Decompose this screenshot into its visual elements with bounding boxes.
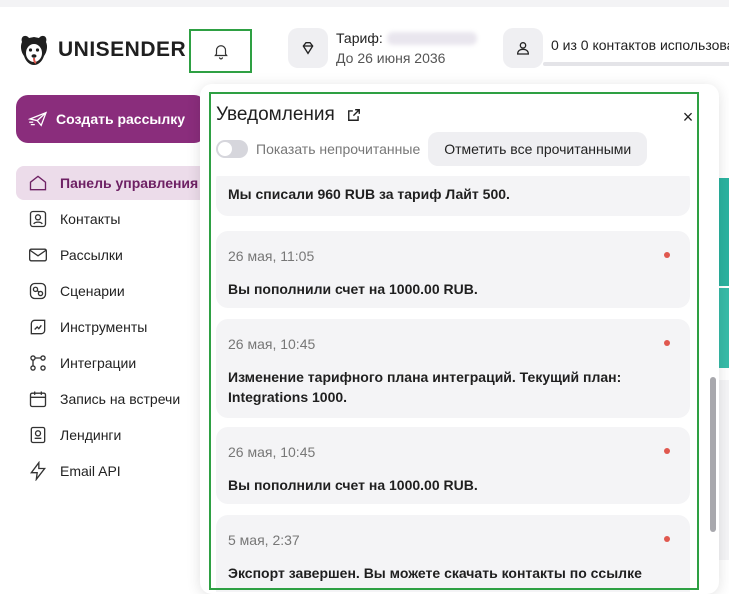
- diamond-icon: [288, 28, 328, 68]
- sidebar-item-campaigns[interactable]: Рассылки: [16, 238, 216, 272]
- notification-item[interactable]: 26 мая, 10:45 Вы пополнили счет на 1000.…: [216, 427, 690, 504]
- sidebar-item-label: Инструменты: [60, 319, 148, 335]
- notification-item[interactable]: 5 мая, 2:37 Экспорт завершен. Вы можете …: [216, 515, 690, 592]
- sidebar-item-dashboard[interactable]: Панель управления: [16, 166, 216, 200]
- dog-logo-icon: [20, 35, 48, 65]
- external-link-icon[interactable]: [347, 108, 361, 122]
- sidebar-item-contacts[interactable]: Контакты: [16, 202, 216, 236]
- unread-toggle-label: Показать непрочитанные: [256, 141, 421, 157]
- close-button[interactable]: ×: [679, 106, 697, 127]
- sidebar-item-scenarios[interactable]: Сценарии: [16, 274, 216, 308]
- sidebar-item-landings[interactable]: Лендинги: [16, 418, 216, 452]
- notification-item[interactable]: 26 мая, 11:05 Вы пополнили счет на 1000.…: [216, 231, 690, 308]
- background-banner: [718, 288, 729, 368]
- sidebar-item-tools[interactable]: Инструменты: [16, 310, 216, 344]
- sidebar-item-integrations[interactable]: Интеграции: [16, 346, 216, 380]
- mail-icon: [29, 248, 47, 262]
- unread-dot: [664, 536, 670, 542]
- panel-title: Уведомления: [216, 104, 335, 125]
- notification-item[interactable]: Мы списали 960 RUB за тариф Лайт 500.: [216, 176, 690, 216]
- sidebar-item-label: Панель управления: [60, 175, 199, 191]
- contacts-usage-bar: [543, 62, 729, 66]
- sidebar-item-label: Сценарии: [60, 283, 125, 299]
- create-campaign-label: Создать рассылку: [56, 111, 186, 127]
- background-card: [718, 380, 729, 560]
- sidebar-item-label: Контакты: [60, 211, 121, 227]
- background-banner: [718, 178, 729, 286]
- notifications-panel: Уведомления × Показать непрочитанные Отм…: [200, 84, 719, 594]
- calendar-icon: [29, 391, 47, 408]
- top-strip: [0, 0, 729, 7]
- notification-date: 26 мая, 11:05: [228, 248, 315, 264]
- sidebar-nav: Панель управления Контакты Рассылки Сцен…: [16, 166, 216, 490]
- notification-message: Вы пополнили счет на 1000.00 RUB.: [228, 477, 478, 493]
- notification-date: 26 мая, 10:45: [228, 444, 316, 460]
- sidebar-item-label: Лендинги: [60, 427, 122, 443]
- unread-toggle[interactable]: [216, 140, 248, 158]
- create-campaign-button[interactable]: Создать рассылку: [16, 95, 206, 143]
- bell-icon: [213, 45, 228, 60]
- contacts-usage-text: 0 из 0 контактов использовано: [551, 37, 729, 53]
- brand-name: UNISENDER: [58, 38, 187, 61]
- logo[interactable]: UNISENDER: [16, 32, 186, 68]
- sidebar-item-label: Интеграции: [60, 355, 137, 371]
- unread-dot: [664, 448, 670, 454]
- lightning-icon: [30, 461, 47, 481]
- tariff-name-blurred: [386, 31, 477, 45]
- home-icon: [29, 175, 47, 191]
- unread-dot: [664, 340, 670, 346]
- sidebar-item-label: Email API: [60, 463, 121, 479]
- contacts-usage-widget[interactable]: 0 из 0 контактов использовано: [503, 28, 729, 68]
- tariff-until: До 26 июня 2036: [336, 50, 446, 66]
- tools-icon: [30, 319, 46, 335]
- landing-icon: [30, 426, 46, 444]
- notification-date: 5 мая, 2:37: [228, 532, 300, 548]
- notification-message: Экспорт завершен. Вы можете скачать конт…: [228, 565, 642, 581]
- scrollbar-thumb[interactable]: [710, 377, 716, 532]
- notification-list: Мы списали 960 RUB за тариф Лайт 500. 26…: [216, 176, 690, 592]
- paper-plane-icon: [28, 111, 48, 127]
- contacts-icon: [29, 210, 47, 228]
- notification-message: Мы списали 960 RUB за тариф Лайт 500.: [228, 186, 510, 202]
- tariff-widget[interactable]: Тариф: До 26 июня 2036: [288, 28, 477, 68]
- notification-message: Изменение тарифного плана интеграций. Те…: [228, 369, 622, 405]
- notification-message: Вы пополнили счет на 1000.00 RUB.: [228, 281, 478, 297]
- close-icon: ×: [682, 106, 694, 127]
- unread-dot: [664, 252, 670, 258]
- mark-all-read-button[interactable]: Отметить все прочитанными: [428, 132, 648, 166]
- tariff-label: Тариф:: [336, 30, 383, 46]
- sidebar-item-email-api[interactable]: Email API: [16, 454, 216, 488]
- sidebar-item-meetings[interactable]: Запись на встречи: [16, 382, 216, 416]
- notification-date: 26 мая, 10:45: [228, 336, 316, 352]
- notification-item[interactable]: 26 мая, 10:45 Изменение тарифного плана …: [216, 319, 690, 418]
- user-icon: [503, 28, 543, 68]
- notifications-button[interactable]: [189, 29, 252, 73]
- scenarios-icon: [29, 282, 47, 300]
- sidebar-item-label: Запись на встречи: [60, 391, 181, 407]
- integrations-icon: [30, 355, 46, 371]
- sidebar-item-label: Рассылки: [60, 247, 123, 263]
